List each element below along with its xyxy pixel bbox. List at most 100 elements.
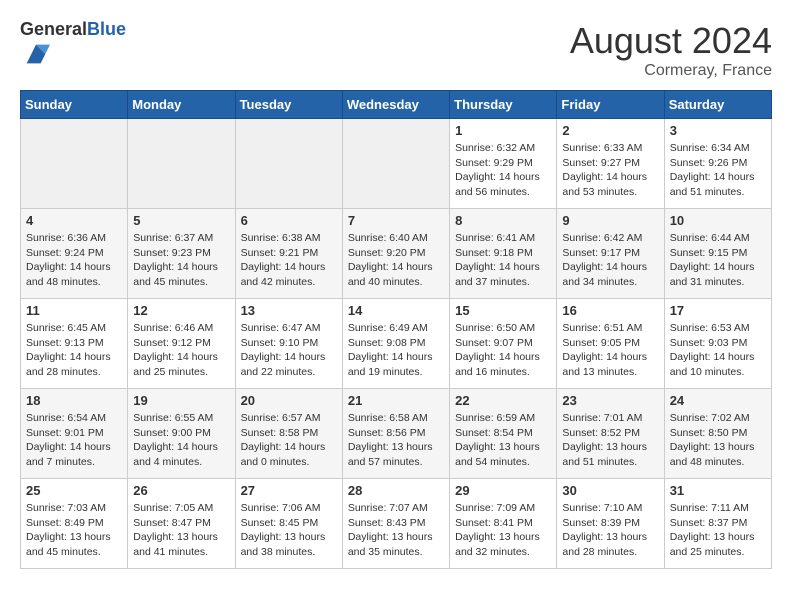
cell-info: Sunrise: 7:03 AMSunset: 8:49 PMDaylight:…: [26, 501, 122, 560]
calendar-cell: 22Sunrise: 6:59 AMSunset: 8:54 PMDayligh…: [450, 389, 557, 479]
calendar-header: SundayMondayTuesdayWednesdayThursdayFrid…: [21, 91, 772, 119]
calendar-cell: 26 Sunrise: 7:05 AMSunset: 8:47 PMDayligh…: [128, 479, 235, 569]
day-number: 12: [133, 303, 229, 318]
day-number: 21: [348, 393, 444, 408]
calendar-cell: 19 Sunrise: 6:55 AMSunset: 9:00 PMDayligh…: [128, 389, 235, 479]
cell-info: Sunrise: 6:36 AMSunset: 9:24 PMDaylight:…: [26, 231, 122, 290]
cell-info: Sunrise: 6:38 AMSunset: 9:21 PMDaylight:…: [241, 231, 337, 290]
logo-general: General: [20, 19, 87, 39]
cell-info: Sunrise: 7:11 AMSunset: 8:37 PMDaylight:…: [670, 501, 766, 560]
day-number: 29: [455, 483, 551, 498]
logo-text: GeneralBlue: [20, 20, 126, 40]
day-number: 31: [670, 483, 766, 498]
cell-info: Sunrise: 6:34 AMSunset: 9:26 PMDaylight:…: [670, 141, 766, 200]
calendar-cell: 14 Sunrise: 6:49 AMSunset: 9:08 PMDayligh…: [342, 299, 449, 389]
day-number: 8: [455, 213, 551, 228]
cell-info: Sunrise: 6:58 AMSunset: 8:56 PMDaylight:…: [348, 411, 444, 470]
calendar-cell: 11 Sunrise: 6:45 AMSunset: 9:13 PMDayligh…: [21, 299, 128, 389]
calendar-cell: 15 Sunrise: 6:50 AMSunset: 9:07 PMDayligh…: [450, 299, 557, 389]
calendar-table: SundayMondayTuesdayWednesdayThursdayFrid…: [20, 90, 772, 569]
day-number: 22: [455, 393, 551, 408]
day-number: 19: [133, 393, 229, 408]
calendar-week-2: 4 Sunrise: 6:36 AMSunset: 9:24 PMDaylight…: [21, 209, 772, 299]
calendar-cell: 6Sunrise: 6:38 AMSunset: 9:21 PMDaylight…: [235, 209, 342, 299]
day-number: 28: [348, 483, 444, 498]
calendar-cell: 20 Sunrise: 6:57 AMSunset: 8:58 PMDayligh…: [235, 389, 342, 479]
cell-info: Sunrise: 6:32 AMSunset: 9:29 PMDaylight:…: [455, 141, 551, 200]
calendar-cell: 9 Sunrise: 6:42 AMSunset: 9:17 PMDaylight…: [557, 209, 664, 299]
day-header-monday: Monday: [128, 91, 235, 119]
calendar-cell: 27Sunrise: 7:06 AMSunset: 8:45 PMDayligh…: [235, 479, 342, 569]
calendar-cell: 16 Sunrise: 6:51 AMSunset: 9:05 PMDayligh…: [557, 299, 664, 389]
month-year: August 2024: [570, 20, 772, 62]
calendar-cell: 8 Sunrise: 6:41 AMSunset: 9:18 PMDaylight…: [450, 209, 557, 299]
calendar-cell: 24Sunrise: 7:02 AMSunset: 8:50 PMDayligh…: [664, 389, 771, 479]
calendar-cell: 4 Sunrise: 6:36 AMSunset: 9:24 PMDaylight…: [21, 209, 128, 299]
cell-info: Sunrise: 6:49 AMSunset: 9:08 PMDaylight:…: [348, 321, 444, 380]
cell-info: Sunrise: 6:57 AMSunset: 8:58 PMDaylight:…: [241, 411, 337, 470]
calendar-cell: 7 Sunrise: 6:40 AMSunset: 9:20 PMDaylight…: [342, 209, 449, 299]
cell-info: Sunrise: 6:33 AMSunset: 9:27 PMDaylight:…: [562, 141, 658, 200]
calendar-body: 1 Sunrise: 6:32 AMSunset: 9:29 PMDaylight…: [21, 119, 772, 569]
day-number: 25: [26, 483, 122, 498]
cell-info: Sunrise: 6:53 AMSunset: 9:03 PMDaylight:…: [670, 321, 766, 380]
day-number: 26: [133, 483, 229, 498]
day-number: 13: [241, 303, 337, 318]
day-header-tuesday: Tuesday: [235, 91, 342, 119]
day-number: 1: [455, 123, 551, 138]
day-number: 5: [133, 213, 229, 228]
calendar-cell: 13 Sunrise: 6:47 AMSunset: 9:10 PMDayligh…: [235, 299, 342, 389]
calendar-cell: 23Sunrise: 7:01 AMSunset: 8:52 PMDayligh…: [557, 389, 664, 479]
day-number: 16: [562, 303, 658, 318]
cell-info: Sunrise: 7:05 AMSunset: 8:47 PMDaylight:…: [133, 501, 229, 560]
day-header-saturday: Saturday: [664, 91, 771, 119]
cell-info: Sunrise: 6:46 AMSunset: 9:12 PMDaylight:…: [133, 321, 229, 380]
cell-info: Sunrise: 6:51 AMSunset: 9:05 PMDaylight:…: [562, 321, 658, 380]
cell-info: Sunrise: 7:09 AMSunset: 8:41 PMDaylight:…: [455, 501, 551, 560]
day-number: 27: [241, 483, 337, 498]
calendar-cell: 28Sunrise: 7:07 AMSunset: 8:43 PMDayligh…: [342, 479, 449, 569]
calendar-cell: [21, 119, 128, 209]
day-number: 30: [562, 483, 658, 498]
cell-info: Sunrise: 6:47 AMSunset: 9:10 PMDaylight:…: [241, 321, 337, 380]
day-number: 24: [670, 393, 766, 408]
calendar-cell: 21 Sunrise: 6:58 AMSunset: 8:56 PMDayligh…: [342, 389, 449, 479]
cell-info: Sunrise: 6:42 AMSunset: 9:17 PMDaylight:…: [562, 231, 658, 290]
day-number: 3: [670, 123, 766, 138]
day-number: 20: [241, 393, 337, 408]
calendar-cell: [128, 119, 235, 209]
logo-icon: [22, 40, 50, 68]
day-number: 14: [348, 303, 444, 318]
calendar-week-5: 25 Sunrise: 7:03 AMSunset: 8:49 PMDayligh…: [21, 479, 772, 569]
day-number: 7: [348, 213, 444, 228]
calendar-cell: [342, 119, 449, 209]
day-number: 10: [670, 213, 766, 228]
day-number: 17: [670, 303, 766, 318]
calendar-week-3: 11 Sunrise: 6:45 AMSunset: 9:13 PMDayligh…: [21, 299, 772, 389]
calendar-cell: 1 Sunrise: 6:32 AMSunset: 9:29 PMDaylight…: [450, 119, 557, 209]
cell-info: Sunrise: 6:40 AMSunset: 9:20 PMDaylight:…: [348, 231, 444, 290]
day-header-thursday: Thursday: [450, 91, 557, 119]
day-number: 23: [562, 393, 658, 408]
page-header: GeneralBlue August 2024 Cormeray, France: [20, 20, 772, 80]
cell-info: Sunrise: 6:41 AMSunset: 9:18 PMDaylight:…: [455, 231, 551, 290]
day-number: 9: [562, 213, 658, 228]
day-number: 18: [26, 393, 122, 408]
cell-info: Sunrise: 6:45 AMSunset: 9:13 PMDaylight:…: [26, 321, 122, 380]
calendar-week-1: 1 Sunrise: 6:32 AMSunset: 9:29 PMDaylight…: [21, 119, 772, 209]
day-number: 4: [26, 213, 122, 228]
cell-info: Sunrise: 6:55 AMSunset: 9:00 PMDaylight:…: [133, 411, 229, 470]
logo-blue: Blue: [87, 19, 126, 39]
cell-info: Sunrise: 6:37 AMSunset: 9:23 PMDaylight:…: [133, 231, 229, 290]
calendar-cell: 18Sunrise: 6:54 AMSunset: 9:01 PMDayligh…: [21, 389, 128, 479]
calendar-cell: 29 Sunrise: 7:09 AMSunset: 8:41 PMDayligh…: [450, 479, 557, 569]
calendar-cell: 5 Sunrise: 6:37 AMSunset: 9:23 PMDaylight…: [128, 209, 235, 299]
title-block: August 2024 Cormeray, France: [570, 20, 772, 80]
cell-info: Sunrise: 6:44 AMSunset: 9:15 PMDaylight:…: [670, 231, 766, 290]
day-number: 15: [455, 303, 551, 318]
day-number: 11: [26, 303, 122, 318]
cell-info: Sunrise: 6:50 AMSunset: 9:07 PMDaylight:…: [455, 321, 551, 380]
logo: GeneralBlue: [20, 20, 126, 73]
calendar-cell: 31 Sunrise: 7:11 AMSunset: 8:37 PMDayligh…: [664, 479, 771, 569]
header-row: SundayMondayTuesdayWednesdayThursdayFrid…: [21, 91, 772, 119]
